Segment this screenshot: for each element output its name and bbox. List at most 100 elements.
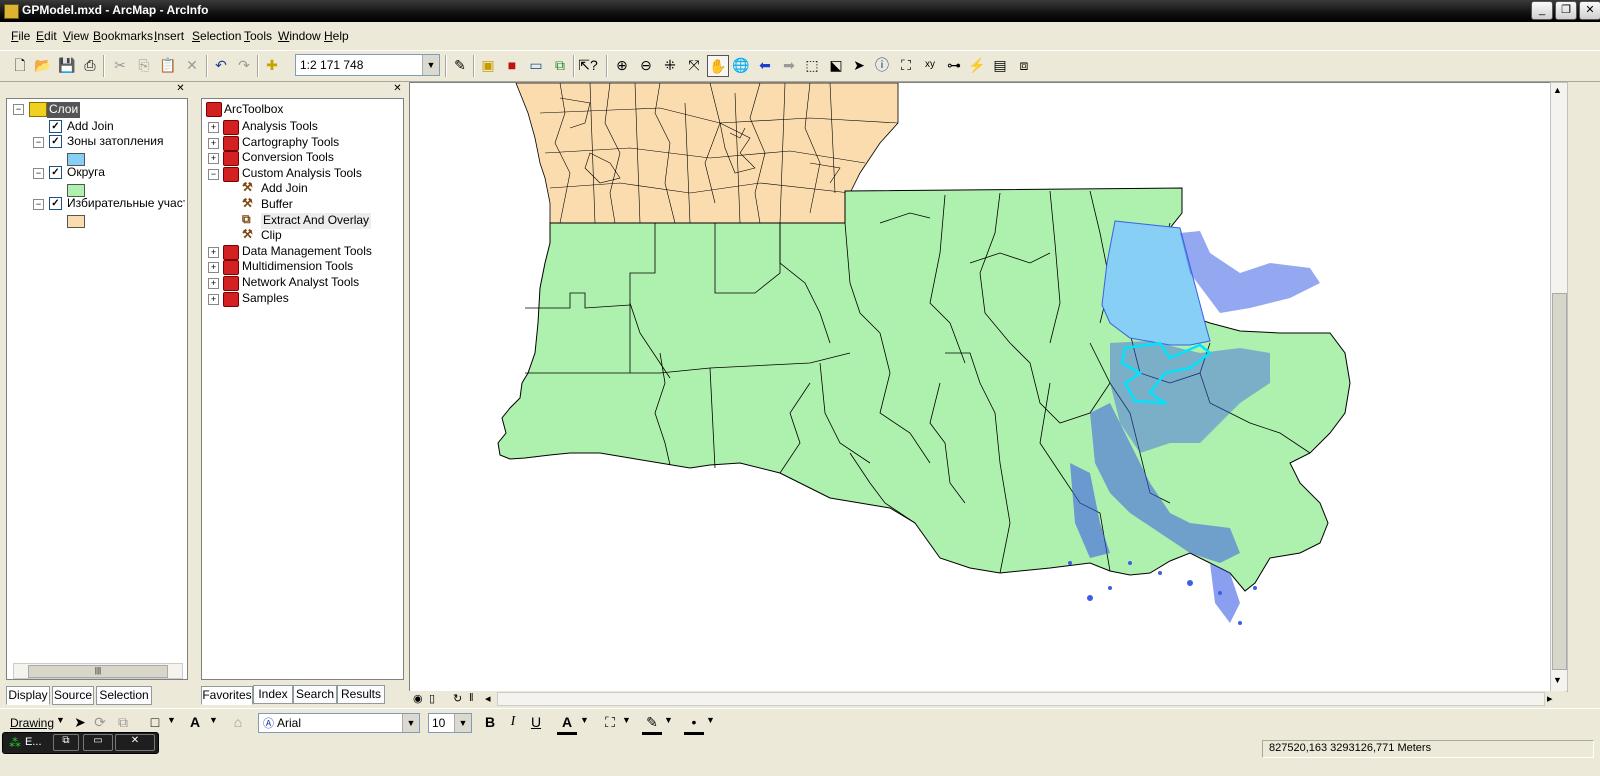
expand-icon[interactable]: + xyxy=(208,246,219,258)
modelbuilder-icon[interactable]: ⧉ xyxy=(550,55,570,75)
layer-name[interactable]: Зоны затопления xyxy=(67,134,163,150)
italic-icon[interactable]: I xyxy=(503,712,523,732)
new-document-icon[interactable]: 🗋 xyxy=(10,55,30,75)
tab-selection[interactable]: Selection xyxy=(96,686,152,705)
fixed-zoom-out-icon[interactable]: ⤧ xyxy=(684,55,704,75)
zoom-whole-page-icon[interactable]: ⧉ xyxy=(113,712,133,732)
underline-icon[interactable]: U xyxy=(526,712,546,732)
forward-extent-icon[interactable]: ➡ xyxy=(779,55,799,75)
close-icon[interactable]: ✕ xyxy=(115,734,155,751)
font-name-combo[interactable]: Ⓐ Arial ▼ xyxy=(258,713,420,733)
map-view[interactable] xyxy=(409,82,1551,692)
whats-this-icon[interactable]: ⇱? xyxy=(578,55,598,75)
scroll-thumb[interactable] xyxy=(1552,293,1567,670)
chevron-down-icon[interactable]: ▼ xyxy=(454,714,471,732)
collapse-icon[interactable]: − xyxy=(208,168,219,180)
arccatalog-icon[interactable]: ▣ xyxy=(478,55,498,75)
map-horizontal-scrollbar[interactable] xyxy=(497,692,1545,706)
tab-results[interactable]: Results xyxy=(337,685,385,704)
pan-icon[interactable]: ✋ xyxy=(707,55,729,77)
chevron-down-icon[interactable]: ▼ xyxy=(167,715,176,725)
find-icon[interactable]: ⛶ xyxy=(896,55,916,75)
font-size-combo[interactable]: 10 ▼ xyxy=(428,713,472,733)
zoom-in-icon[interactable]: ⊕ xyxy=(612,55,632,75)
refresh-icon[interactable]: ↻ xyxy=(453,692,462,705)
layer-checkbox[interactable]: ✓ xyxy=(49,135,62,148)
layer-name[interactable]: Add Join xyxy=(67,119,114,135)
layer-name[interactable]: Избирательные участк xyxy=(67,196,185,212)
toolbox-item[interactable]: Multidimension Tools xyxy=(242,259,353,275)
toolbox-root[interactable]: ArcToolbox xyxy=(224,102,283,118)
scroll-thumb[interactable]: ||| xyxy=(28,665,168,678)
menu-edit[interactable]: Edit xyxy=(36,29,57,43)
minimize-button[interactable]: _ xyxy=(1531,1,1553,20)
line-color-icon[interactable]: ✎ xyxy=(642,712,662,735)
collapse-icon[interactable]: − xyxy=(33,137,44,148)
layout-view-icon[interactable]: ▯ xyxy=(429,692,435,705)
hyperlink-icon[interactable]: ⚡ xyxy=(967,55,987,75)
restore-icon[interactable]: ⧉ xyxy=(53,734,79,751)
scroll-down-icon[interactable]: ▼ xyxy=(1553,675,1562,685)
open-icon[interactable]: 📂 xyxy=(33,55,53,75)
back-extent-icon[interactable]: ⬅ xyxy=(755,55,775,75)
chevron-down-icon[interactable]: ▼ xyxy=(580,715,589,725)
map-vertical-scrollbar[interactable]: ▲ ▼ xyxy=(1550,82,1568,692)
data-view-icon[interactable]: ◉ xyxy=(413,692,423,705)
menu-file[interactable]: File xyxy=(11,29,30,43)
arctoolbox-icon[interactable]: ■ xyxy=(502,55,522,75)
tab-favorites[interactable]: Favorites xyxy=(201,686,253,705)
fixed-zoom-in-icon[interactable]: ⁜ xyxy=(660,55,680,75)
cut-icon[interactable]: ✂ xyxy=(110,55,130,75)
drawing-menu[interactable]: Drawing xyxy=(10,716,54,730)
print-icon[interactable]: ⎙ xyxy=(80,55,100,75)
chevron-down-icon[interactable]: ▼ xyxy=(622,715,631,725)
tool-item[interactable]: Extract And Overlay xyxy=(261,212,372,229)
add-data-icon[interactable]: ✚ xyxy=(262,55,282,75)
zoom-out-icon[interactable]: ⊖ xyxy=(636,55,656,75)
maximize-button[interactable]: ❐ xyxy=(1555,1,1577,20)
expand-icon[interactable]: + xyxy=(208,278,219,289)
select-elements-icon[interactable]: ➤ xyxy=(70,712,90,732)
rectangle-icon[interactable]: □ xyxy=(145,712,165,732)
tab-display[interactable]: Display xyxy=(6,686,50,705)
toolbox-item[interactable]: Analysis Tools xyxy=(242,119,318,135)
scroll-up-icon[interactable]: ▲ xyxy=(1553,85,1562,95)
expand-icon[interactable]: + xyxy=(208,153,219,165)
delete-icon[interactable]: ✕ xyxy=(182,55,202,75)
save-icon[interactable]: 💾 xyxy=(57,55,77,75)
scroll-left-icon[interactable]: ◂ xyxy=(485,692,491,705)
collapse-icon[interactable]: − xyxy=(13,104,24,115)
font-color-icon[interactable]: A xyxy=(557,712,577,735)
chevron-down-icon[interactable]: ▼ xyxy=(664,715,673,725)
data-frame-name[interactable]: Слои xyxy=(47,102,81,118)
new-text-icon[interactable]: A xyxy=(185,712,205,732)
chevron-down-icon[interactable]: ▼ xyxy=(56,715,65,725)
layer-name[interactable]: Округа xyxy=(67,165,105,181)
chevron-down-icon[interactable]: ▼ xyxy=(402,714,419,732)
html-popup-icon[interactable]: ▤ xyxy=(990,55,1010,75)
toolbox-item[interactable]: Network Analyst Tools xyxy=(242,275,359,291)
toolbox-item[interactable]: Samples xyxy=(242,291,289,307)
close-icon[interactable]: ✕ xyxy=(175,84,186,95)
expand-icon[interactable]: + xyxy=(208,137,219,149)
chevron-down-icon[interactable]: ▼ xyxy=(422,55,439,75)
copy-icon[interactable]: ⎘ xyxy=(134,55,154,75)
toolbox-item[interactable]: Custom Analysis Tools xyxy=(242,166,362,182)
layer-checkbox[interactable]: ✓ xyxy=(49,197,62,210)
tab-index[interactable]: Index xyxy=(253,685,293,704)
tab-search[interactable]: Search xyxy=(293,685,337,704)
time-slider-icon[interactable]: ⧈ xyxy=(1014,55,1034,75)
menu-help[interactable]: Help xyxy=(324,29,349,43)
paste-icon[interactable]: 📋 xyxy=(158,55,178,75)
measure-icon[interactable]: ⊶ xyxy=(944,55,964,75)
identify-icon[interactable]: ⓘ xyxy=(872,55,892,75)
expand-icon[interactable]: + xyxy=(208,122,219,133)
select-elements-icon[interactable]: ➤ xyxy=(849,55,869,75)
toolbox-item[interactable]: Data Management Tools xyxy=(242,244,372,260)
menu-selection[interactable]: Selection xyxy=(192,29,241,43)
tab-source[interactable]: Source xyxy=(52,686,94,705)
fill-color-icon[interactable]: ⛶ xyxy=(600,712,620,732)
redo-icon[interactable]: ↷ xyxy=(234,55,254,75)
editor-toolbar-icon[interactable]: ✎ xyxy=(450,55,470,75)
close-button[interactable]: ✕ xyxy=(1579,1,1600,20)
